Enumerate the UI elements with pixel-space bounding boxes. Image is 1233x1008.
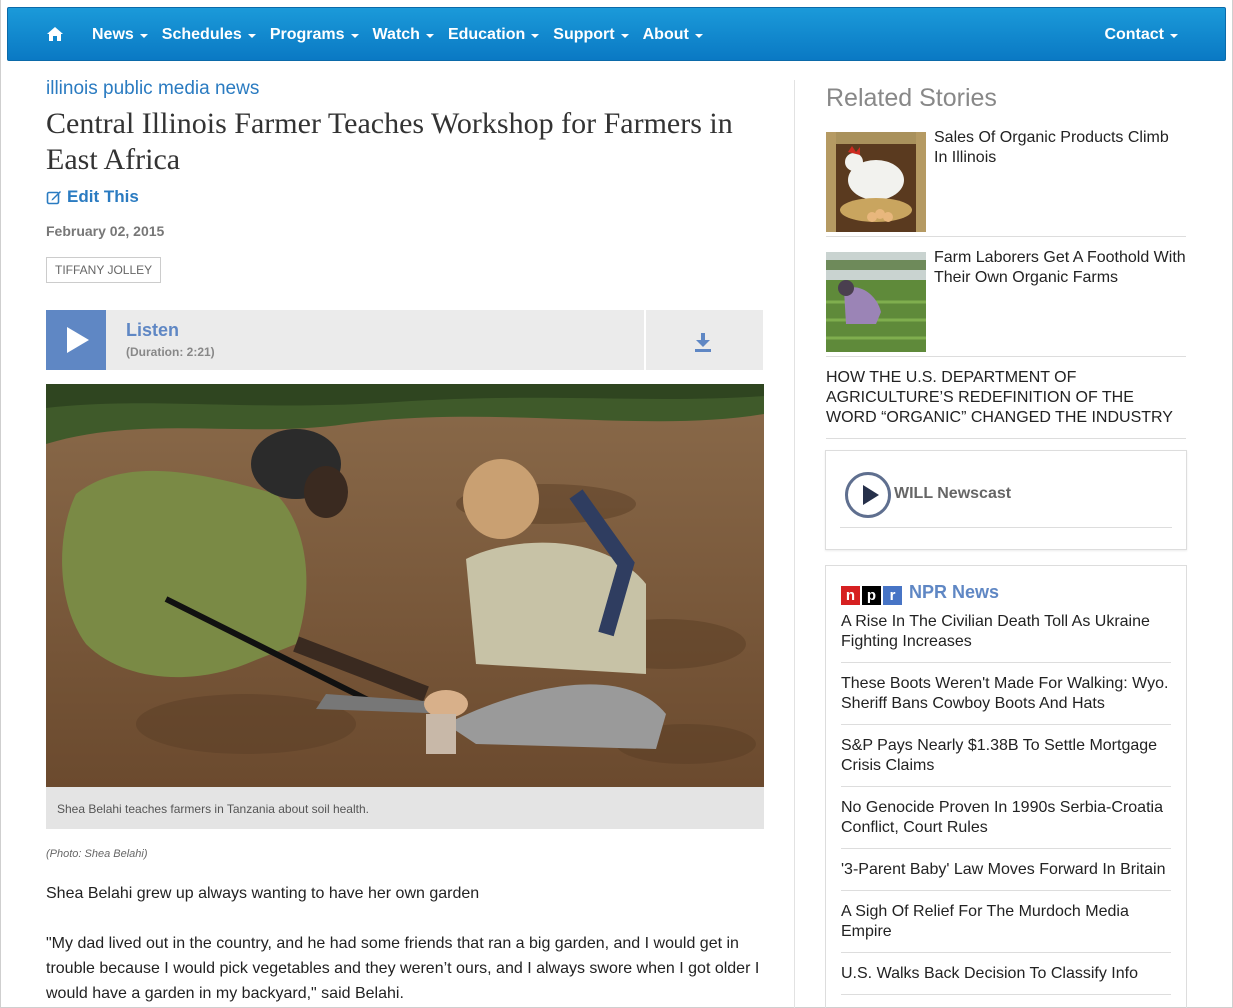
npr-headline-link[interactable]: U.S. Walks Back Decision To Classify Inf… — [841, 964, 1171, 995]
story-thumbnail-chicken[interactable] — [826, 132, 926, 232]
nav-menu: News Schedules Programs Watch Education … — [92, 8, 717, 62]
nav-item-support[interactable]: Support — [553, 26, 629, 44]
story-title[interactable]: Sales Of Organic Products Climb In Illin… — [934, 128, 1186, 168]
npr-headline-link[interactable]: No Genocide Proven In 1990s Serbia-Croat… — [841, 798, 1171, 849]
nav-item-contact[interactable]: Contact — [1104, 8, 1178, 62]
caret-down-icon — [247, 34, 256, 38]
edit-this-label: Edit This — [67, 187, 139, 206]
edit-icon — [46, 191, 61, 205]
npr-logo: n p r — [841, 586, 904, 605]
audio-duration: (Duration: 2:21) — [126, 345, 215, 359]
npr-news-widget: n p r NPR News A Rise In The Civilian De… — [825, 565, 1187, 1008]
npr-logo-letter: r — [883, 586, 902, 605]
npr-headline-link[interactable]: A Rise In The Civilian Death Toll As Ukr… — [841, 612, 1171, 663]
caret-down-icon — [531, 34, 540, 38]
caret-down-icon — [694, 34, 703, 38]
related-story[interactable]: Farm Laborers Get A Foothold With Their … — [826, 249, 1186, 357]
audio-player: Listen (Duration: 2:21) — [46, 310, 763, 370]
divider — [840, 527, 1172, 528]
photo-credit: (Photo: Shea Belahi) — [46, 848, 148, 860]
player-divider — [644, 310, 646, 370]
nav-item-about[interactable]: About — [643, 26, 703, 44]
npr-news-title[interactable]: NPR News — [909, 582, 999, 603]
npr-headline-link[interactable]: '3-Parent Baby' Law Moves Forward In Bri… — [841, 860, 1171, 891]
caret-down-icon — [620, 34, 629, 38]
caret-down-icon — [1170, 34, 1178, 38]
npr-headline-link[interactable]: These Boots Weren't Made For Walking: Wy… — [841, 674, 1171, 725]
article-photo — [46, 384, 764, 787]
section-kicker-link[interactable]: illinois public media news — [46, 78, 259, 100]
edit-this-link[interactable]: Edit This — [46, 187, 139, 207]
newscast-play-button[interactable] — [845, 472, 891, 518]
download-icon[interactable] — [694, 332, 712, 352]
home-icon[interactable] — [46, 26, 64, 42]
article-headline: Central Illinois Farmer Teaches Workshop… — [46, 107, 733, 176]
story-title[interactable]: Farm Laborers Get A Foothold With Their … — [934, 248, 1186, 288]
author-tag[interactable]: TIFFANY JOLLEY — [46, 257, 162, 283]
listen-label: Listen — [126, 320, 180, 340]
npr-headline-list: A Rise In The Civilian Death Toll As Ukr… — [841, 612, 1171, 1006]
play-button[interactable] — [46, 310, 106, 370]
top-navbar: News Schedules Programs Watch Education … — [7, 7, 1226, 61]
caret-down-icon — [139, 34, 148, 38]
story-thumbnail-farm[interactable] — [826, 252, 926, 352]
story-title[interactable]: HOW THE U.S. DEPARTMENT OF AGRICULTURE’S… — [826, 368, 1186, 439]
caret-down-icon — [350, 34, 359, 38]
npr-logo-letter: p — [862, 586, 881, 605]
newscast-widget: WILL Newscast — [825, 450, 1187, 550]
npr-headline-link[interactable]: S&P Pays Nearly $1.38B To Settle Mortgag… — [841, 736, 1171, 787]
related-story[interactable]: Sales Of Organic Products Climb In Illin… — [826, 129, 1186, 237]
npr-headline-link[interactable]: A Sigh Of Relief For The Murdoch Media E… — [841, 902, 1171, 953]
related-stories-heading: Related Stories — [826, 84, 997, 112]
npr-logo-letter: n — [841, 586, 860, 605]
nav-item-news[interactable]: News — [92, 26, 148, 44]
photo-caption: Shea Belahi teaches farmers in Tanzania … — [46, 787, 764, 829]
nav-item-watch[interactable]: Watch — [373, 26, 434, 44]
newscast-label[interactable]: WILL Newscast — [894, 485, 1011, 503]
nav-item-education[interactable]: Education — [448, 26, 540, 44]
nav-item-programs[interactable]: Programs — [270, 26, 359, 44]
nav-item-schedules[interactable]: Schedules — [162, 26, 256, 44]
column-divider — [794, 80, 795, 1008]
article-date: February 02, 2015 — [46, 223, 165, 239]
caret-down-icon — [425, 34, 434, 38]
article-paragraph: Shea Belahi grew up always wanting to ha… — [46, 885, 480, 902]
article-paragraph: "My dad lived out in the country, and he… — [46, 935, 760, 1002]
